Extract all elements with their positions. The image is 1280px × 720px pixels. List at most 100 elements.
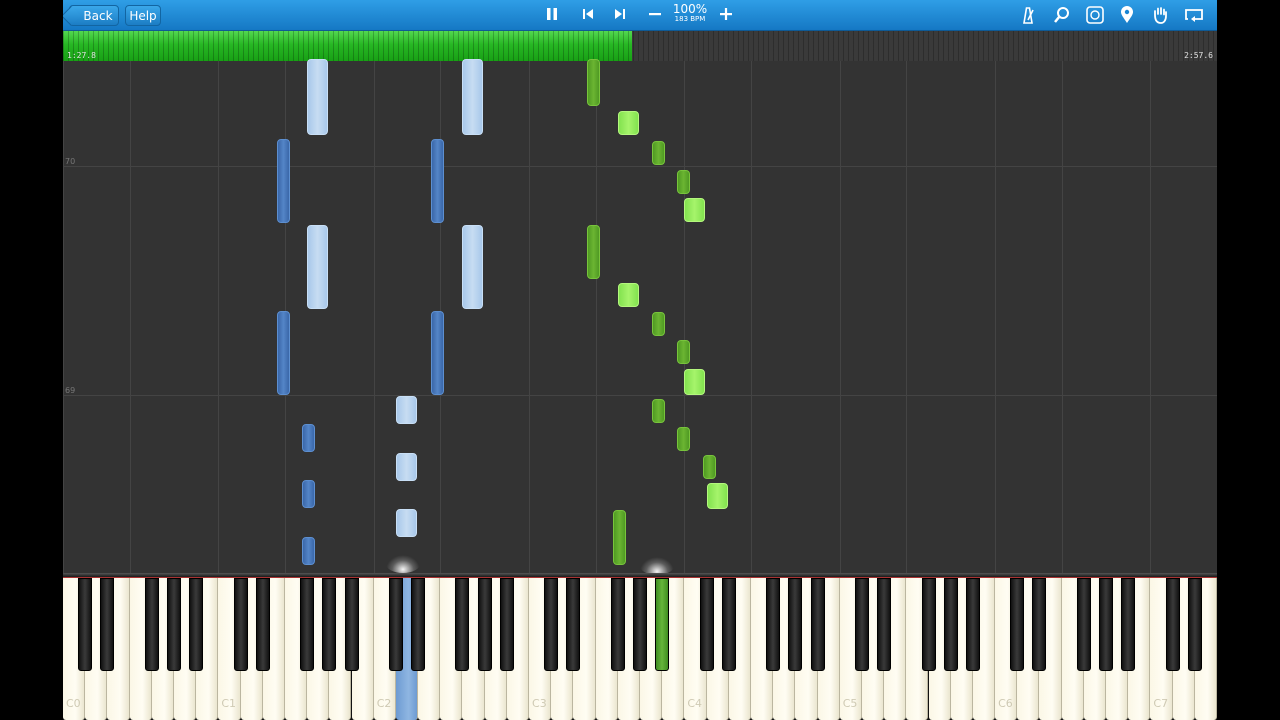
black-key[interactable] <box>655 578 670 671</box>
falling-note <box>707 483 728 509</box>
marker-icon[interactable] <box>1115 4 1139 26</box>
falling-note <box>277 311 290 395</box>
black-key[interactable] <box>788 578 803 671</box>
falling-note <box>431 311 444 395</box>
black-key[interactable] <box>1099 578 1114 671</box>
black-key[interactable] <box>1032 578 1047 671</box>
falling-note <box>307 59 328 135</box>
falling-note <box>684 369 705 395</box>
measure-number: 70 <box>65 157 76 166</box>
black-key[interactable] <box>721 578 736 671</box>
black-key[interactable] <box>921 578 936 671</box>
black-key[interactable] <box>322 578 337 671</box>
falling-note <box>677 340 690 364</box>
falling-note <box>684 198 705 222</box>
falling-note <box>587 59 600 106</box>
black-key[interactable] <box>477 578 492 671</box>
synthesia-app: Back Help 100% 183 BPM 1:27.8 2:57.6 70 … <box>63 0 1217 720</box>
current-time: 1:27.8 <box>67 51 96 60</box>
falling-notes-area: 70 69 <box>63 59 1217 575</box>
skip-forward-icon[interactable] <box>608 4 632 26</box>
black-key[interactable] <box>1076 578 1091 671</box>
black-key[interactable] <box>166 578 181 671</box>
help-button[interactable]: Help <box>125 5 161 26</box>
octave-label: C7 <box>1153 697 1169 710</box>
octave-label: C0 <box>66 697 81 710</box>
octave-label: C6 <box>998 697 1013 710</box>
falling-note <box>302 537 315 565</box>
black-key[interactable] <box>566 578 581 671</box>
falling-note <box>307 225 328 309</box>
pause-icon[interactable] <box>540 4 564 26</box>
octave-label: C4 <box>687 697 703 710</box>
black-key[interactable] <box>300 578 315 671</box>
octave-label: C2 <box>376 697 392 710</box>
octave-label: C5 <box>842 697 858 710</box>
falling-note <box>462 225 483 309</box>
falling-note <box>462 59 483 135</box>
black-key[interactable] <box>854 578 869 671</box>
black-key[interactable] <box>1010 578 1025 671</box>
black-key[interactable] <box>810 578 825 671</box>
skip-back-icon[interactable] <box>576 4 600 26</box>
black-key[interactable] <box>943 578 958 671</box>
falling-note <box>652 399 665 423</box>
falling-note <box>431 139 444 223</box>
black-key[interactable] <box>1165 578 1180 671</box>
tempo-label: 183 BPM <box>674 15 706 23</box>
falling-note <box>652 141 665 165</box>
octave-label: C3 <box>532 697 547 710</box>
black-key[interactable] <box>388 578 403 671</box>
black-key[interactable] <box>544 578 559 671</box>
loop-icon[interactable] <box>1182 4 1206 26</box>
black-key[interactable] <box>499 578 514 671</box>
black-key[interactable] <box>877 578 892 671</box>
falling-note <box>703 455 716 479</box>
falling-note <box>396 453 417 481</box>
black-key[interactable] <box>255 578 270 671</box>
metronome-icon[interactable] <box>1016 4 1040 26</box>
falling-note <box>396 396 417 424</box>
black-key[interactable] <box>344 578 359 671</box>
black-key[interactable] <box>1187 578 1202 671</box>
total-time: 2:57.6 <box>1184 51 1213 60</box>
black-key[interactable] <box>965 578 980 671</box>
black-key[interactable] <box>144 578 159 671</box>
back-button[interactable]: Back <box>69 5 119 26</box>
falling-note <box>613 510 626 565</box>
speed-percent: 100% <box>672 2 708 16</box>
black-key[interactable] <box>766 578 781 671</box>
measure-number: 69 <box>65 386 76 395</box>
octave-label: C1 <box>221 697 237 710</box>
hand-icon[interactable] <box>1148 4 1172 26</box>
speed-readout: 100% 183 BPM <box>667 3 713 23</box>
black-key[interactable] <box>699 578 714 671</box>
black-key[interactable] <box>78 578 93 671</box>
falling-note <box>587 225 600 279</box>
falling-note <box>618 111 639 135</box>
black-key[interactable] <box>189 578 204 671</box>
black-key[interactable] <box>455 578 470 671</box>
falling-note <box>677 427 690 451</box>
piano-keyboard: C0 C1 C2 C3 C4 C5 C6 C7 <box>63 573 1217 720</box>
black-key[interactable] <box>100 578 115 671</box>
black-key[interactable] <box>610 578 625 671</box>
black-key[interactable] <box>411 578 426 671</box>
falling-note <box>277 139 290 223</box>
falling-note <box>302 424 315 452</box>
minus-icon[interactable] <box>643 4 667 26</box>
falling-note <box>677 170 690 194</box>
plus-icon[interactable] <box>714 4 738 26</box>
magnifier-icon[interactable] <box>1050 4 1074 26</box>
notation-icon[interactable] <box>1083 4 1107 26</box>
key-hit-sparkle <box>386 555 420 573</box>
black-key[interactable] <box>633 578 647 671</box>
falling-note <box>302 480 315 508</box>
toolbar: Back Help 100% 183 BPM <box>63 0 1217 31</box>
black-key[interactable] <box>1121 578 1136 671</box>
falling-note <box>652 312 665 336</box>
falling-note <box>396 509 417 537</box>
black-key[interactable] <box>233 578 248 671</box>
song-progress-bar[interactable]: 1:27.8 2:57.6 <box>63 31 1217 61</box>
falling-note <box>618 283 639 307</box>
